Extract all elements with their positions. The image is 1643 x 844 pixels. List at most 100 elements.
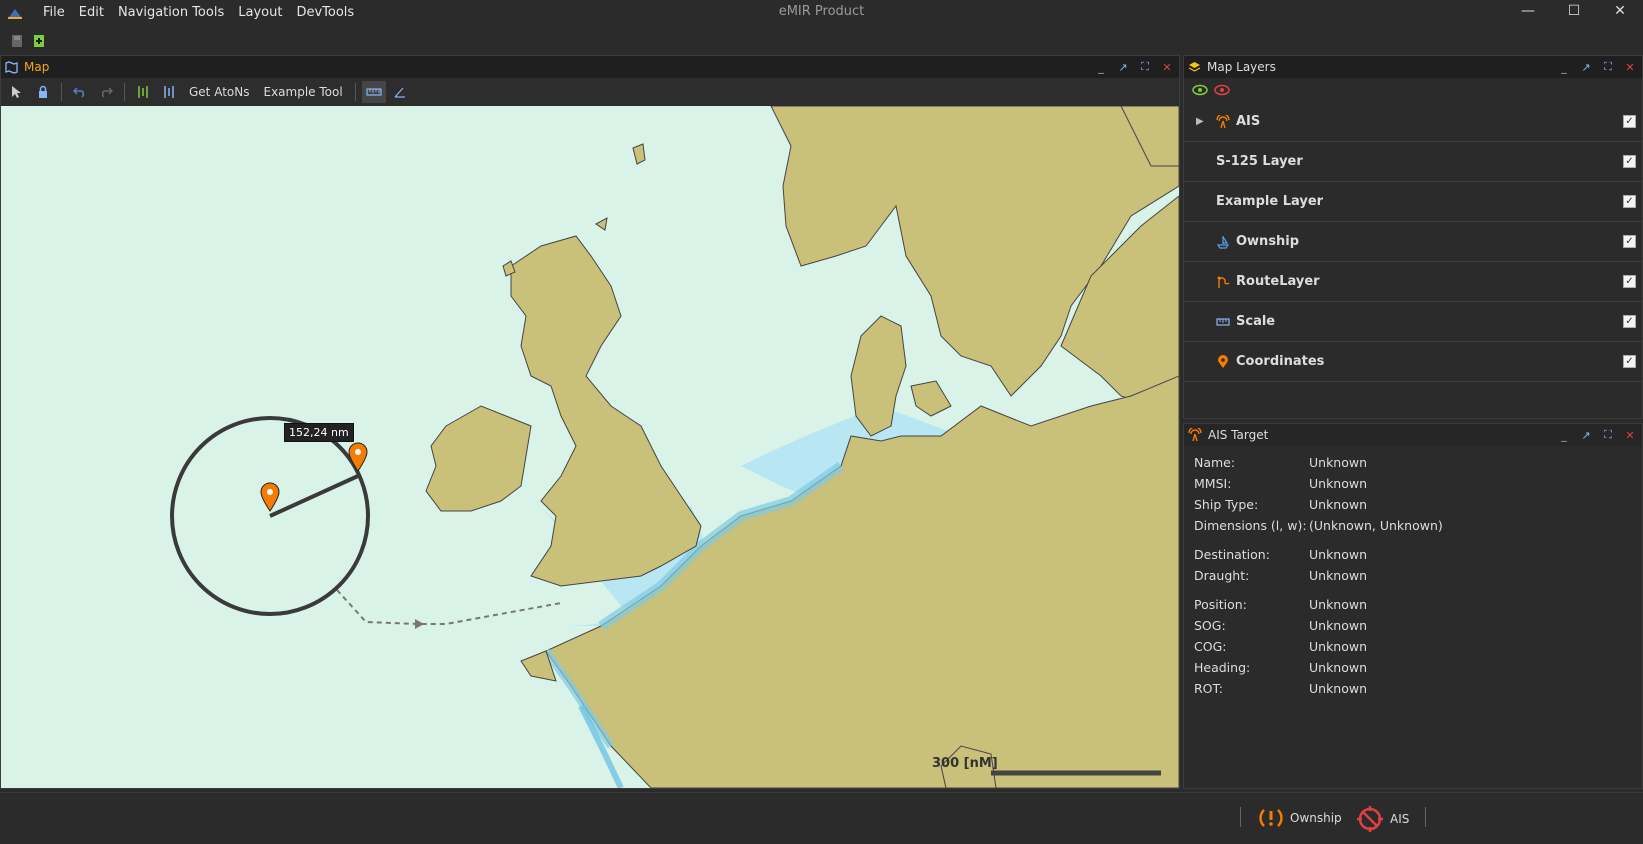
maximize-panel-icon[interactable]: ⛶ bbox=[1137, 59, 1153, 75]
measure-angle-icon[interactable] bbox=[388, 81, 412, 103]
map-canvas[interactable]: 152,24 nm 300 [nM] bbox=[1, 106, 1179, 788]
land-great-britain bbox=[510, 235, 702, 587]
layer-row-route[interactable]: RouteLayer ✓ bbox=[1184, 262, 1642, 302]
lock-icon[interactable] bbox=[31, 81, 55, 103]
layer-visible-checkbox[interactable]: ✓ bbox=[1623, 195, 1636, 208]
ship-icon bbox=[1216, 235, 1230, 249]
field-label: Destination: bbox=[1194, 547, 1270, 562]
ais-row-heading: Heading: Unknown bbox=[1194, 657, 1632, 678]
field-label: MMSI: bbox=[1194, 476, 1232, 491]
menu-devtools[interactable]: DevTools bbox=[289, 2, 361, 24]
hide-all-eye-icon[interactable] bbox=[1214, 84, 1230, 96]
main-toolbar bbox=[0, 28, 1643, 54]
add-file-icon[interactable] bbox=[28, 30, 50, 52]
minimize-panel-icon[interactable]: _ bbox=[1093, 59, 1109, 75]
get-atons-button[interactable]: Get AtoNs bbox=[183, 81, 255, 103]
map-panel: Map _ ↗ ⛶ ✕ Get AtoNs Example Tool 152,2… bbox=[0, 55, 1180, 789]
maximize-button[interactable]: ☐ bbox=[1551, 0, 1597, 22]
route-arrow bbox=[415, 619, 424, 629]
show-all-eye-icon[interactable] bbox=[1192, 84, 1208, 96]
close-panel-icon[interactable]: ✕ bbox=[1622, 59, 1638, 75]
field-value: Unknown bbox=[1309, 547, 1368, 562]
minimize-button[interactable]: — bbox=[1505, 0, 1551, 22]
add-route-icon[interactable] bbox=[131, 81, 155, 103]
detach-panel-icon[interactable]: ↗ bbox=[1115, 59, 1131, 75]
layer-row-s125[interactable]: S-125 Layer ✓ bbox=[1184, 142, 1642, 182]
save-icon[interactable] bbox=[6, 30, 28, 52]
route-icon bbox=[1217, 276, 1230, 288]
select-pointer-icon[interactable] bbox=[5, 81, 29, 103]
start-pin-icon[interactable] bbox=[260, 482, 280, 512]
minimize-panel-icon[interactable]: _ bbox=[1556, 59, 1572, 75]
menu-layout[interactable]: Layout bbox=[231, 2, 289, 24]
layers-icon bbox=[1188, 61, 1201, 72]
field-label: Heading: bbox=[1194, 660, 1251, 675]
close-panel-icon[interactable]: ✕ bbox=[1622, 427, 1638, 443]
layer-visible-checkbox[interactable]: ✓ bbox=[1623, 275, 1636, 288]
layer-visible-checkbox[interactable]: ✓ bbox=[1623, 355, 1636, 368]
maximize-panel-icon[interactable]: ⛶ bbox=[1600, 59, 1616, 75]
layer-name: RouteLayer bbox=[1236, 274, 1320, 289]
expand-chevron-icon[interactable]: ▶ bbox=[1196, 116, 1204, 127]
layers-panel-title: Map Layers bbox=[1207, 60, 1276, 74]
field-label: Ship Type: bbox=[1194, 497, 1259, 512]
undo-icon[interactable] bbox=[68, 81, 92, 103]
toolbar-divider bbox=[124, 83, 125, 101]
ais-row-dimensions: Dimensions (l, w): (Unknown, Unknown) bbox=[1194, 515, 1632, 536]
end-pin-icon[interactable] bbox=[348, 442, 368, 472]
ais-panel-title: AIS Target bbox=[1208, 428, 1269, 442]
layer-visible-checkbox[interactable]: ✓ bbox=[1623, 235, 1636, 248]
map-panel-header: Map _ ↗ ⛶ ✕ bbox=[1, 56, 1179, 78]
maximize-panel-icon[interactable]: ⛶ bbox=[1600, 427, 1616, 443]
menu-navigation-tools[interactable]: Navigation Tools bbox=[111, 2, 231, 24]
layer-name: Ownship bbox=[1236, 234, 1300, 249]
edit-route-icon[interactable] bbox=[157, 81, 181, 103]
ais-row-name: Name: Unknown bbox=[1194, 452, 1632, 473]
field-label: Name: bbox=[1194, 455, 1236, 470]
ais-target-panel: AIS Target _ ↗ ⛶ ✕ Name: Unknown MMSI: Unk… bbox=[1183, 423, 1643, 789]
detach-panel-icon[interactable]: ↗ bbox=[1578, 427, 1594, 443]
ais-details: Name: Unknown MMSI: Unknown Ship Type: Unkn… bbox=[1184, 446, 1642, 705]
menu-file[interactable]: File bbox=[36, 2, 72, 24]
ais-status-label: AIS bbox=[1390, 812, 1410, 826]
field-label: SOG: bbox=[1194, 618, 1226, 633]
map-panel-title: Map bbox=[24, 60, 50, 74]
layer-visible-checkbox[interactable]: ✓ bbox=[1623, 115, 1636, 128]
redo-icon[interactable] bbox=[94, 81, 118, 103]
distance-tooltip: 152,24 nm bbox=[284, 423, 354, 442]
layer-visible-checkbox[interactable]: ✓ bbox=[1623, 155, 1636, 168]
layer-row-example[interactable]: Example Layer ✓ bbox=[1184, 182, 1642, 222]
ais-row-cog: COG: Unknown bbox=[1194, 636, 1632, 657]
field-value: Unknown bbox=[1309, 618, 1368, 633]
map-icon bbox=[5, 60, 18, 74]
ruler-icon bbox=[1216, 317, 1230, 326]
toolbar-divider bbox=[354, 83, 356, 101]
layer-row-coordinates[interactable]: Coordinates ✓ bbox=[1184, 342, 1642, 382]
layer-visibility-toggles bbox=[1184, 78, 1642, 102]
pin-icon bbox=[1218, 354, 1228, 368]
ais-row-position: Position: Unknown bbox=[1194, 594, 1632, 615]
example-tool-button[interactable]: Example Tool bbox=[257, 81, 348, 103]
ownship-status-label: Ownship bbox=[1290, 811, 1342, 825]
close-panel-icon[interactable]: ✕ bbox=[1159, 59, 1175, 75]
field-value: Unknown bbox=[1309, 597, 1368, 612]
measure-distance-icon[interactable] bbox=[361, 81, 386, 103]
ais-status[interactable]: AIS bbox=[1356, 805, 1409, 833]
detach-panel-icon[interactable]: ↗ bbox=[1578, 59, 1594, 75]
layer-name: AIS bbox=[1236, 114, 1261, 129]
menu-edit[interactable]: Edit bbox=[72, 2, 111, 24]
layer-name: S-125 Layer bbox=[1216, 154, 1303, 169]
close-window-button[interactable]: ✕ bbox=[1597, 0, 1643, 22]
layer-row-ais[interactable]: ▶ AIS ✓ bbox=[1184, 102, 1642, 142]
status-divider bbox=[1425, 807, 1426, 827]
layer-row-ownship[interactable]: Ownship ✓ bbox=[1184, 222, 1642, 262]
title-bar: File Edit Navigation Tools Layout DevToo… bbox=[0, 0, 1643, 26]
ais-icon bbox=[1216, 114, 1230, 128]
layer-name: Example Layer bbox=[1216, 194, 1324, 209]
minimize-panel-icon[interactable]: _ bbox=[1556, 427, 1572, 443]
nautical-chart[interactable] bbox=[1, 106, 1179, 788]
layer-row-scale[interactable]: Scale ✓ bbox=[1184, 302, 1642, 342]
layer-visible-checkbox[interactable]: ✓ bbox=[1623, 315, 1636, 328]
field-value: Unknown bbox=[1309, 660, 1368, 675]
ownship-status[interactable]: Ownship bbox=[1258, 805, 1342, 831]
